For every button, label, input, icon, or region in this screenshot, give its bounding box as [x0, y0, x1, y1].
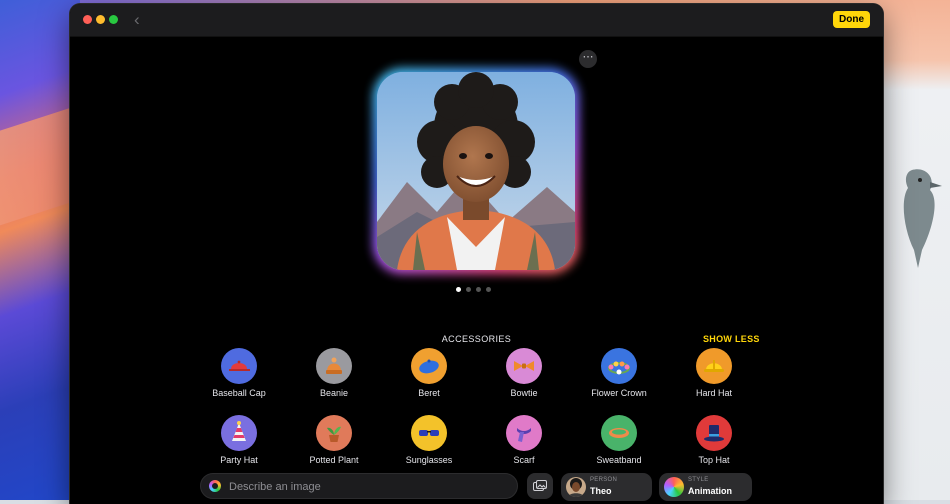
- describe-image-field[interactable]: [200, 473, 518, 499]
- party-hat-icon: [221, 415, 257, 451]
- describe-image-input[interactable]: [227, 478, 511, 496]
- accessory-label: Sweatband: [596, 455, 642, 465]
- accessory-sunglasses[interactable]: Sunglasses: [384, 415, 474, 465]
- accessory-label: Beret: [418, 388, 440, 398]
- person-chip[interactable]: PERSON Theo: [561, 473, 652, 501]
- zoom-window-button[interactable]: [109, 15, 118, 24]
- accessory-hard-hat[interactable]: Hard Hat: [669, 348, 759, 398]
- style-thumbnail: [664, 477, 684, 497]
- beret-icon: [411, 348, 447, 384]
- bowtie-icon: [506, 348, 542, 384]
- more-options-icon[interactable]: ⋯: [579, 50, 597, 68]
- wallpaper-left-band: [0, 0, 121, 500]
- accessory-label: Party Hat: [220, 455, 258, 465]
- close-window-button[interactable]: [83, 15, 92, 24]
- top-hat-icon: [696, 415, 732, 451]
- person-kicker: PERSON: [590, 477, 618, 483]
- photos-icon: [533, 480, 547, 491]
- style-name: Animation: [688, 486, 732, 496]
- page-dot[interactable]: [476, 287, 481, 292]
- accessory-baseball-cap[interactable]: Baseball Cap: [194, 348, 284, 398]
- hard-hat-icon: [696, 348, 732, 384]
- beanie-icon: [316, 348, 352, 384]
- accessory-top-hat[interactable]: Top Hat: [669, 415, 759, 465]
- page-dot[interactable]: [486, 287, 491, 292]
- scarf-icon: [506, 415, 542, 451]
- accessory-sweatband[interactable]: Sweatband: [574, 415, 664, 465]
- accessories-heading: ACCESSORIES: [441, 334, 512, 344]
- person-name: Theo: [590, 486, 612, 496]
- accessory-label: Flower Crown: [591, 388, 647, 398]
- title-bar: ‹ Done: [70, 4, 883, 37]
- page-indicator[interactable]: [456, 279, 496, 292]
- image-playground-window: ‹ Done ⋯ ACCESSORIES SHOW LESS Baseball …: [70, 4, 883, 504]
- accessory-label: Potted Plant: [309, 455, 359, 465]
- accessory-label: Beanie: [319, 388, 349, 398]
- accessory-label: Top Hat: [698, 455, 730, 465]
- accessory-label: Bowtie: [510, 388, 538, 398]
- baseball-cap-icon: [221, 348, 257, 384]
- generated-image-preview[interactable]: [377, 72, 575, 270]
- accessory-bowtie[interactable]: Bowtie: [479, 348, 569, 398]
- potted-plant-icon: [316, 415, 352, 451]
- page-dot[interactable]: [466, 287, 471, 292]
- minimize-window-button[interactable]: [96, 15, 105, 24]
- done-button[interactable]: Done: [833, 11, 870, 28]
- photo-picker-button[interactable]: [527, 473, 553, 499]
- back-chevron-icon[interactable]: ‹: [134, 10, 140, 30]
- sunglasses-icon: [411, 415, 447, 451]
- image-playground-icon: [209, 480, 221, 492]
- accessory-label: Scarf: [513, 455, 535, 465]
- style-chip[interactable]: STYLE Animation: [659, 473, 752, 501]
- style-kicker: STYLE: [688, 477, 709, 483]
- flower-crown-icon: [601, 348, 637, 384]
- person-avatar: [566, 477, 586, 497]
- avatar-illustration: [377, 72, 575, 270]
- sweatband-icon: [601, 415, 637, 451]
- accessory-scarf[interactable]: Scarf: [479, 415, 569, 465]
- accessory-label: Baseball Cap: [212, 388, 266, 398]
- show-less-button[interactable]: SHOW LESS: [703, 334, 760, 344]
- accessory-potted-plant[interactable]: Potted Plant: [289, 415, 379, 465]
- accessory-beret[interactable]: Beret: [384, 348, 474, 398]
- accessory-beanie[interactable]: Beanie: [289, 348, 379, 398]
- accessory-party-hat[interactable]: Party Hat: [194, 415, 284, 465]
- accessory-label: Hard Hat: [695, 388, 732, 398]
- page-dot[interactable]: [456, 287, 461, 292]
- accessory-flower-crown[interactable]: Flower Crown: [574, 348, 664, 398]
- accessory-label: Sunglasses: [405, 455, 453, 465]
- bird-illustration: [903, 169, 942, 268]
